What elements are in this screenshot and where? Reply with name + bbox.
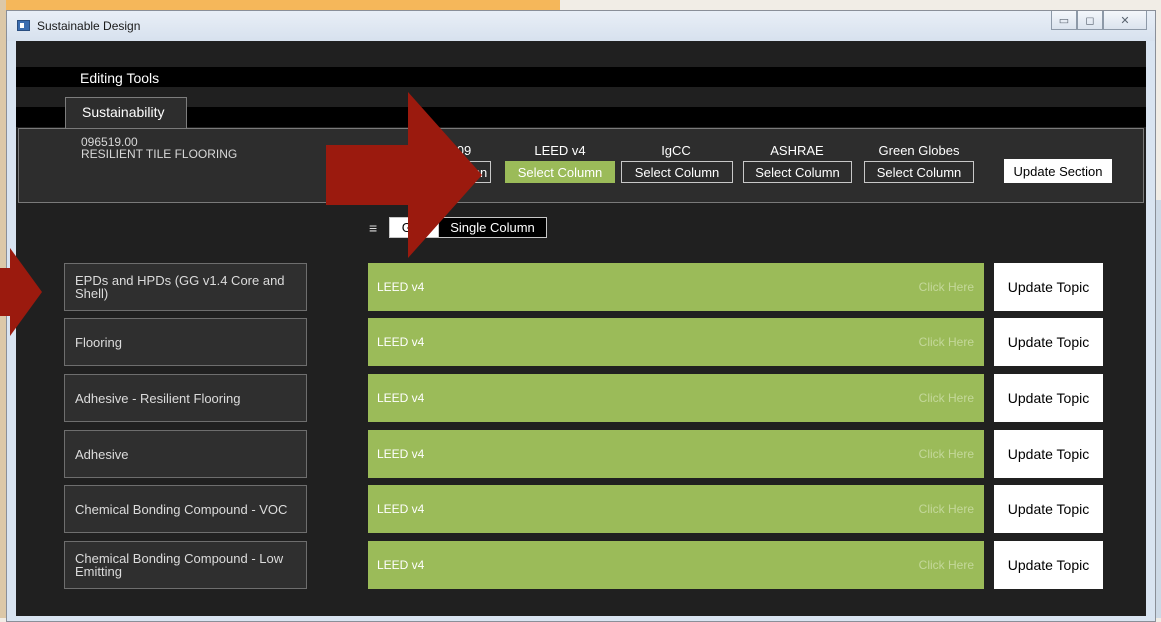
click-here-hint: Click Here (918, 447, 974, 461)
topic-row: EPDs and HPDs (GG v1.4 Core and Shell) L… (16, 263, 1146, 311)
window-title: Sustainable Design (37, 19, 141, 33)
select-column-button-leed[interactable]: Select Column (505, 161, 615, 183)
topic-label[interactable]: Flooring (64, 318, 307, 366)
topic-column-cell[interactable]: LEED v4 Click Here (368, 485, 984, 533)
topic-label[interactable]: Chemical Bonding Compound - VOC (64, 485, 307, 533)
select-column-button-green-globes[interactable]: Select Column (864, 161, 974, 183)
column-header-ashrae: ASHRAE (770, 143, 824, 158)
click-here-hint: Click Here (918, 391, 974, 405)
app-icon (17, 20, 30, 31)
topic-label[interactable]: Adhesive (64, 430, 307, 478)
topic-row: Chemical Bonding Compound - Low Emitting… (16, 541, 1146, 589)
update-topic-button[interactable]: Update Topic (994, 430, 1103, 478)
window-controls: ▭ ◻ ✕ (1051, 11, 1147, 31)
click-here-hint: Click Here (918, 280, 974, 294)
topic-row: Adhesive - Resilient Flooring LEED v4 Cl… (16, 374, 1146, 422)
section-title: RESILIENT TILE FLOORING (81, 147, 238, 161)
editing-tools-bar[interactable]: Editing Tools (16, 67, 1146, 87)
topic-row: Flooring LEED v4 Click Here Update Topic (16, 318, 1146, 366)
arrow-shaft (326, 145, 408, 205)
topic-column-cell[interactable]: LEED v4 Click Here (368, 374, 984, 422)
update-topic-button[interactable]: Update Topic (994, 485, 1103, 533)
column-header-leed: LEED v4 (534, 143, 586, 158)
topic-column-label: LEED v4 (377, 280, 425, 294)
update-topic-button[interactable]: Update Topic (994, 541, 1103, 589)
update-topic-button[interactable]: Update Topic (994, 318, 1103, 366)
close-icon: ✕ (1120, 14, 1130, 27)
topic-column-cell[interactable]: LEED v4 Click Here (368, 318, 984, 366)
update-section-button[interactable]: Update Section (1004, 159, 1112, 183)
title-bar[interactable]: Sustainable Design ▭ ◻ ✕ (7, 11, 1155, 41)
app-client-area: Editing Tools Sustainability 096519.00 R… (16, 41, 1146, 616)
update-topic-button[interactable]: Update Topic (994, 263, 1103, 311)
arrow-head (10, 248, 42, 336)
click-here-hint: Click Here (918, 335, 974, 349)
topic-column-label: LEED v4 (377, 558, 425, 572)
topic-row: Chemical Bonding Compound - VOC LEED v4 … (16, 485, 1146, 533)
topic-column-cell[interactable]: LEED v4 Click Here (368, 263, 984, 311)
column-header-green-globes: Green Globes (878, 143, 960, 158)
update-topic-button[interactable]: Update Topic (994, 374, 1103, 422)
app-window: Sustainable Design ▭ ◻ ✕ Editing Tools S… (6, 10, 1156, 622)
select-column-button-igcc[interactable]: Select Column (621, 161, 733, 183)
topic-column-label: LEED v4 (377, 335, 425, 349)
minimize-button[interactable]: ▭ (1051, 11, 1077, 30)
topic-label[interactable]: Adhesive - Resilient Flooring (64, 374, 307, 422)
topic-column-label: LEED v4 (377, 502, 425, 516)
click-here-hint: Click Here (918, 558, 974, 572)
maximize-icon: ◻ (1085, 14, 1095, 27)
arrow-shaft (0, 268, 10, 316)
column-header-igcc: IgCC (661, 143, 691, 158)
topic-column-label: LEED v4 (377, 447, 425, 461)
topic-row: Adhesive LEED v4 Click Here Update Topic (16, 430, 1146, 478)
section-header-panel: 096519.00 RESILIENT TILE FLOORING 09 LEE… (18, 128, 1144, 203)
topic-column-label: LEED v4 (377, 391, 425, 405)
arrow-head (408, 92, 482, 258)
editing-tools-label: Editing Tools (80, 70, 160, 86)
view-menu-icon[interactable]: ≡ (369, 220, 377, 236)
maximize-button[interactable]: ◻ (1077, 11, 1103, 30)
topic-column-cell[interactable]: LEED v4 Click Here (368, 430, 984, 478)
click-here-hint: Click Here (918, 502, 974, 516)
topic-label[interactable]: EPDs and HPDs (GG v1.4 Core and Shell) (64, 263, 307, 311)
topic-label[interactable]: Chemical Bonding Compound - Low Emitting (64, 541, 307, 589)
select-column-button-ashrae[interactable]: Select Column (743, 161, 852, 183)
minimize-icon: ▭ (1058, 14, 1070, 27)
close-button[interactable]: ✕ (1103, 11, 1147, 30)
topic-column-cell[interactable]: LEED v4 Click Here (368, 541, 984, 589)
tab-sustainability[interactable]: Sustainability (65, 97, 187, 129)
